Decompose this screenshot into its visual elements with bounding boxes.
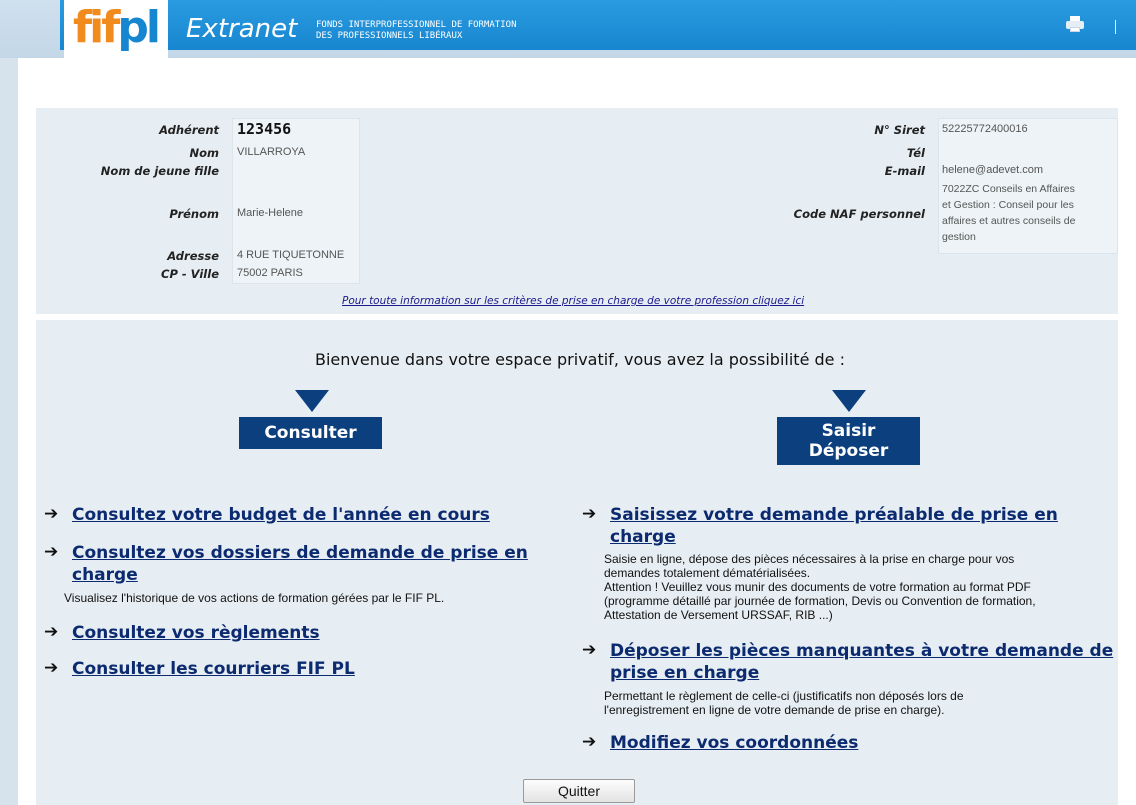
brand-subtitle-line1: FONDS INTERPROFESSIONNEL DE FORMATION (316, 20, 517, 30)
tel-label: Tél (906, 146, 925, 160)
nom-label: Nom (189, 146, 219, 160)
deposer-link[interactable]: Déposer les pièces manquantes à votre de… (610, 640, 1113, 684)
deposer-description: Permettant le règlement de celle-ci (jus… (604, 689, 964, 717)
nom-jeune-fille-label: Nom de jeune fille (100, 164, 219, 178)
coordonnees-link[interactable]: Modifiez vos coordonnées (610, 732, 858, 754)
arrow-right-icon: ➔ (44, 504, 59, 524)
fifpl-logo: fifpl (64, 0, 168, 60)
cp-ville-value: 75002 PARIS (237, 267, 303, 279)
saisissez-desc-line5: Attestation de Versement URSSAF, RIB ...… (604, 608, 833, 622)
arrow-right-icon: ➔ (44, 622, 59, 642)
reglements-link[interactable]: Consultez vos règlements (72, 622, 320, 644)
prenom-label: Prénom (169, 207, 219, 221)
arrow-right-icon: ➔ (44, 658, 59, 678)
dossiers-link-line2[interactable]: charge (72, 565, 138, 585)
quit-button[interactable]: Quitter (523, 779, 635, 803)
header-divider (1115, 20, 1116, 34)
naf-value-line4: gestion (942, 231, 976, 243)
naf-value-line1: 7022ZC Conseils en Affaires (942, 183, 1075, 195)
courriers-link[interactable]: Consulter les courriers FIF PL (72, 658, 355, 680)
brand-subtitle: FONDS INTERPROFESSIONNEL DE FORMATION DE… (316, 20, 516, 42)
consulter-header: Consulter (239, 417, 382, 449)
naf-label: Code NAF personnel (793, 207, 925, 221)
saisissez-link-line1[interactable]: Saisissez votre demande préalable de pri… (610, 505, 1058, 525)
deposer-desc-line1: Permettant le règlement de celle-ci (jus… (604, 689, 964, 703)
adherent-label: Adhérent (159, 123, 219, 137)
saisir-deposer-header: Saisir Déposer (777, 417, 920, 465)
saisissez-desc-line1: Saisie en ligne, dépose des pièces néces… (604, 552, 1015, 566)
email-value: helene@adevet.com (942, 164, 1044, 176)
arrow-right-icon: ➔ (44, 542, 59, 562)
cp-ville-label: CP - Ville (161, 267, 219, 281)
criteria-info-link[interactable]: Pour toute information sur les critères … (342, 295, 804, 307)
deposer-label: Déposer (808, 441, 889, 461)
saisissez-link[interactable]: Saisissez votre demande préalable de pri… (610, 504, 1058, 548)
down-triangle-icon (295, 390, 329, 412)
saisissez-desc-line4: (programme détaillé par journée de forma… (604, 594, 1036, 608)
saisissez-desc-line2: demandes totalement dématérialisées. (604, 566, 811, 580)
naf-value-line3: affaires et autres conseils de (942, 215, 1076, 227)
dossiers-link[interactable]: Consultez vos dossiers de demande de pri… (72, 542, 528, 586)
naf-value: 7022ZC Conseils en Affaires et Gestion :… (942, 181, 1075, 245)
dossiers-description: Visualisez l'historique de vos actions d… (64, 591, 445, 605)
logo-pl-text: pl (117, 2, 161, 53)
nom-value: VILLARROYA (237, 146, 306, 158)
extranet-title: Extranet (186, 14, 298, 44)
saisissez-description: Saisie en ligne, dépose des pièces néces… (604, 552, 1036, 622)
siret-value: 52225772400016 (942, 123, 1028, 135)
header-bar: fifpl Extranet FONDS INTERPROFESSIONNEL … (0, 0, 1136, 60)
dossiers-link-line1[interactable]: Consultez vos dossiers de demande de pri… (72, 543, 528, 563)
prenom-value: Marie-Helene (237, 207, 304, 219)
deposer-link-line2[interactable]: prise en charge (610, 663, 759, 683)
down-triangle-icon (832, 390, 866, 412)
deposer-link-line1[interactable]: Déposer les pièces manquantes à votre de… (610, 641, 1113, 661)
welcome-heading: Bienvenue dans votre espace privatif, vo… (315, 350, 845, 369)
deposer-desc-line2: l'enregistrement en ligne de votre deman… (604, 703, 945, 717)
budget-link[interactable]: Consultez votre budget de l'année en cou… (72, 504, 490, 526)
brand-subtitle-line2: DES PROFESSIONNELS LIBÉRAUX (316, 31, 463, 41)
arrow-right-icon: ➔ (582, 732, 597, 752)
adresse-label: Adresse (167, 249, 219, 263)
adresse-value: 4 RUE TIQUETONNE (237, 249, 345, 261)
printer-icon[interactable] (1066, 16, 1084, 32)
siret-label: N° Siret (874, 123, 925, 137)
email-label: E-mail (884, 164, 925, 178)
saisir-label: Saisir (821, 421, 876, 441)
arrow-right-icon: ➔ (582, 504, 597, 524)
arrow-right-icon: ➔ (582, 640, 597, 660)
adherent-value: 123456 (237, 120, 292, 138)
saisissez-link-line2[interactable]: charge (610, 527, 676, 547)
naf-value-line2: et Gestion : Conseil pour les (942, 199, 1074, 211)
saisissez-desc-line3: Attention ! Veuillez vous munir des docu… (604, 580, 1031, 594)
logo-fi-text: fif (73, 2, 120, 53)
